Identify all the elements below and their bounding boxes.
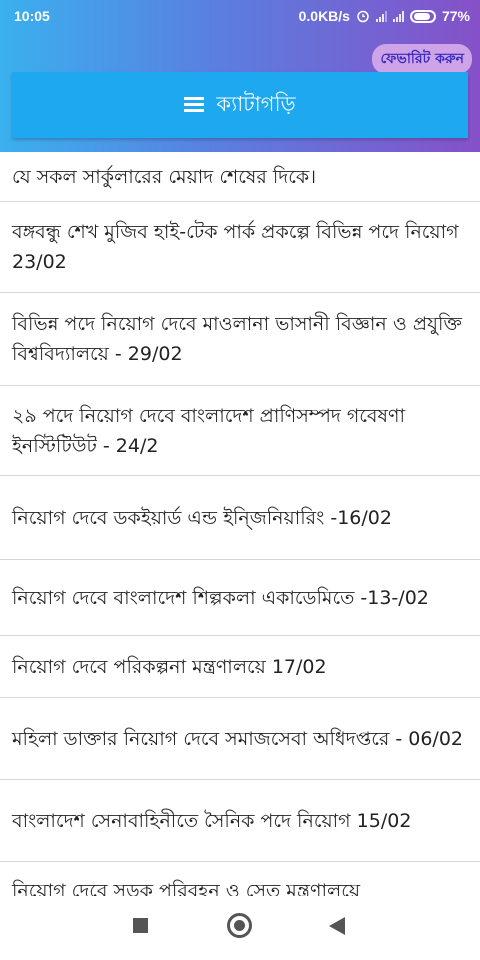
battery-level: 77% xyxy=(441,8,470,24)
list-item[interactable]: নিয়োগ দেবে পরিকল্পনা মন্ত্রণালয়ে 17/02 xyxy=(0,636,480,698)
list-item[interactable]: বঙ্গবন্ধু শেখ মুজিব হাই-টেক পার্ক প্রকল্… xyxy=(0,202,480,293)
status-bar: 10:05 0.0KB/s 77% xyxy=(0,0,480,34)
list-item-text: নিয়োগ দেবে সড়ক পরিবহন ও সেতু মন্ত্রণাল… xyxy=(12,880,361,896)
list-item-text: ২৯ পদে নিয়োগ দেবে বাংলাদেশ প্রাণিসম্পদ … xyxy=(12,404,405,457)
recent-apps-icon[interactable] xyxy=(133,918,148,933)
favorite-button[interactable]: ফেভারিট করুন xyxy=(372,44,472,74)
signal-icon xyxy=(392,10,404,22)
list-item-text: মহিলা ডাক্তার নিয়োগ দেবে সমাজসেবা অধিদপ… xyxy=(12,727,464,750)
battery-icon xyxy=(409,9,436,23)
list-item-text: নিয়োগ দেবে বাংলাদেশ শিল্পকলা একাডেমিতে … xyxy=(12,586,429,609)
home-icon[interactable] xyxy=(227,913,252,938)
category-label: ক্যাটাগড়ি xyxy=(216,91,296,116)
list-item[interactable]: নিয়োগ দেবে ডকইয়ার্ড এন্ড ইন্জিনিয়ারিং… xyxy=(0,476,480,560)
app-header: 10:05 0.0KB/s 77% ফেভারিট করুন ক্যাটাগড়… xyxy=(0,0,480,152)
list-item-text: বঙ্গবন্ধু শেখ মুজিব হাই-টেক পার্ক প্রকল্… xyxy=(12,221,459,273)
category-button[interactable]: ক্যাটাগড়ি xyxy=(12,72,468,138)
status-icons: 0.0KB/s 77% xyxy=(299,8,470,24)
list-item[interactable]: বাংলাদেশ সেনাবাহিনীতে সৈনিক পদে নিয়োগ 1… xyxy=(0,780,480,862)
list-item[interactable]: মহিলা ডাক্তার নিয়োগ দেবে সমাজসেবা অধিদপ… xyxy=(0,698,480,780)
signal-icon xyxy=(375,10,387,22)
circular-list: যে সকল সার্কুলারের মেয়াদ শেষের দিকে। বঙ… xyxy=(0,152,480,896)
list-item-text: নিয়োগ দেবে পরিকল্পনা মন্ত্রণালয়ে 17/02 xyxy=(12,655,327,678)
list-item-text: বিভিন্ন পদে নিয়োগ দেবে মাওলানা ভাসানী ব… xyxy=(12,313,462,365)
network-speed: 0.0KB/s xyxy=(298,8,350,24)
list-item[interactable]: বিভিন্ন পদে নিয়োগ দেবে মাওলানা ভাসানী ব… xyxy=(0,293,480,386)
list-item[interactable]: নিয়োগ দেবে সড়ক পরিবহন ও সেতু মন্ত্রণাল… xyxy=(0,862,480,896)
status-time: 10:05 xyxy=(14,8,50,24)
system-nav-bar xyxy=(0,896,480,960)
back-icon[interactable] xyxy=(329,917,345,935)
list-item-text: বাংলাদেশ সেনাবাহিনীতে সৈনিক পদে নিয়োগ 1… xyxy=(12,809,412,832)
list-item[interactable]: যে সকল সার্কুলারের মেয়াদ শেষের দিকে। xyxy=(0,152,480,202)
list-item-text: যে সকল সার্কুলারের মেয়াদ শেষের দিকে। xyxy=(12,165,317,188)
alarm-icon xyxy=(357,10,369,23)
list-item-text: নিয়োগ দেবে ডকইয়ার্ড এন্ড ইন্জিনিয়ারিং… xyxy=(12,506,392,529)
menu-icon xyxy=(184,97,205,113)
list-item[interactable]: ২৯ পদে নিয়োগ দেবে বাংলাদেশ প্রাণিসম্পদ … xyxy=(0,386,480,476)
list-item[interactable]: নিয়োগ দেবে বাংলাদেশ শিল্পকলা একাডেমিতে … xyxy=(0,560,480,636)
